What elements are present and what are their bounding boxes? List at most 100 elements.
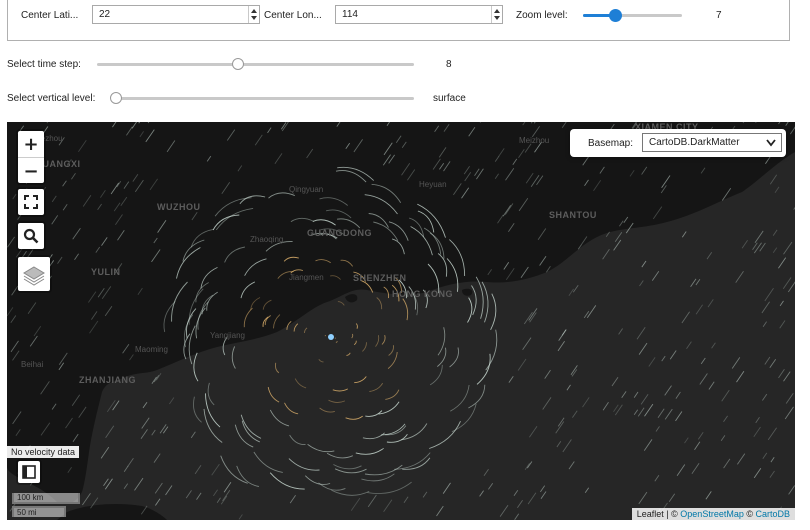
wind-streak bbox=[499, 504, 509, 517]
level-slider-thumb[interactable] bbox=[110, 92, 122, 104]
time-slider-thumb[interactable] bbox=[232, 58, 244, 70]
wind-streak bbox=[664, 385, 672, 396]
attribution-osm-link[interactable]: OpenStreetMap bbox=[680, 509, 744, 519]
wind-streak bbox=[220, 495, 228, 505]
wind-streak bbox=[769, 470, 775, 478]
wind-streak bbox=[557, 341, 565, 352]
map-label-beihai: Beihai bbox=[21, 360, 44, 369]
wind-streak bbox=[706, 252, 713, 260]
wind-streak bbox=[568, 461, 575, 470]
wind-streak bbox=[654, 475, 660, 482]
wind-streak bbox=[655, 426, 660, 432]
wind-streak bbox=[155, 373, 162, 381]
wind-streak bbox=[772, 229, 778, 236]
wind-streak bbox=[676, 464, 686, 477]
wind-streak bbox=[355, 447, 384, 455]
wind-streak bbox=[220, 455, 248, 484]
wind-streak bbox=[523, 311, 533, 325]
wind-streak bbox=[762, 393, 768, 401]
wind-streak bbox=[681, 231, 687, 238]
panel-toggle-button[interactable] bbox=[16, 459, 42, 485]
wind-streak bbox=[691, 463, 700, 475]
level-slider-track[interactable] bbox=[111, 97, 414, 100]
spin-up-icon[interactable] bbox=[494, 9, 500, 13]
zoom-out-button[interactable]: − bbox=[18, 158, 44, 184]
chevron-down-icon bbox=[766, 139, 776, 147]
wind-streak bbox=[159, 424, 167, 434]
wind-streak bbox=[787, 281, 795, 293]
wind-streak bbox=[388, 345, 394, 356]
wind-streak bbox=[483, 468, 489, 476]
basemap-select[interactable]: CartoDB.DarkMatter bbox=[642, 133, 782, 152]
wind-streak bbox=[331, 489, 370, 496]
wind-streak bbox=[385, 389, 400, 400]
fullscreen-icon bbox=[24, 195, 38, 209]
attribution-leaflet-link[interactable]: Leaflet bbox=[637, 509, 664, 519]
wind-streak bbox=[142, 401, 148, 409]
wind-streak bbox=[334, 337, 336, 340]
wind-streak bbox=[140, 429, 148, 440]
wind-streak bbox=[633, 391, 639, 398]
wind-streak bbox=[365, 410, 383, 417]
wind-streak bbox=[123, 483, 129, 490]
wind-streak bbox=[517, 499, 523, 508]
map-label-yangjiang: Yangjiang bbox=[210, 331, 245, 340]
spin-down-icon[interactable] bbox=[251, 16, 257, 20]
wind-streak bbox=[367, 494, 377, 508]
spin-down-icon[interactable] bbox=[494, 16, 500, 20]
wind-streak bbox=[151, 429, 156, 436]
wind-streak bbox=[402, 298, 409, 321]
wind-streak bbox=[669, 350, 677, 360]
wind-streak bbox=[731, 357, 741, 369]
attribution-carto-link[interactable]: CartoDB bbox=[755, 509, 790, 519]
attribution-separator: | © bbox=[663, 509, 681, 519]
center-lon-spinner[interactable] bbox=[491, 6, 502, 23]
wind-streak bbox=[708, 381, 715, 390]
layers-button[interactable] bbox=[16, 255, 52, 293]
wind-streak bbox=[103, 478, 109, 487]
wind-streak bbox=[304, 327, 308, 334]
wind-streak bbox=[203, 408, 223, 443]
wind-streak bbox=[381, 334, 386, 345]
center-lon-input[interactable]: 114 bbox=[335, 5, 503, 24]
zoom-in-button[interactable]: + bbox=[18, 131, 44, 158]
center-lat-spinner[interactable] bbox=[248, 6, 259, 23]
search-button[interactable] bbox=[16, 221, 46, 251]
wind-streak bbox=[362, 432, 385, 440]
wind-streak bbox=[151, 376, 157, 384]
wind-streak bbox=[345, 415, 363, 420]
zoom-slider-thumb[interactable] bbox=[609, 9, 622, 22]
wind-streak bbox=[378, 401, 400, 415]
wind-streak bbox=[429, 364, 443, 386]
time-slider-track[interactable] bbox=[97, 63, 414, 66]
wind-streak bbox=[211, 463, 220, 476]
wind-streak bbox=[288, 458, 320, 471]
wind-streak bbox=[784, 406, 794, 420]
spin-up-icon[interactable] bbox=[251, 9, 257, 13]
map-label-jiangmen: Jiangmen bbox=[289, 273, 324, 282]
center-lat-label: Center Lati... bbox=[21, 10, 79, 21]
wind-streak bbox=[490, 293, 497, 331]
wind-streak bbox=[165, 485, 173, 496]
fullscreen-button[interactable] bbox=[16, 187, 46, 217]
map-attribution: Leaflet | © OpenStreetMap © CartoDB bbox=[631, 508, 795, 520]
wind-streak bbox=[154, 482, 163, 494]
wind-streak bbox=[555, 421, 565, 434]
wind-streak bbox=[755, 417, 760, 424]
wind-streak bbox=[562, 439, 572, 453]
map-view[interactable]: Hezhou GUANGXI WUZHOU Qingyuan Heyuan Me… bbox=[7, 122, 795, 520]
wind-streak bbox=[761, 301, 770, 314]
wind-streak bbox=[694, 441, 701, 450]
wind-streak bbox=[213, 489, 218, 497]
wind-streak bbox=[657, 408, 665, 419]
wind-streak bbox=[442, 482, 451, 494]
wind-streak bbox=[778, 369, 785, 379]
wind-streak bbox=[328, 399, 346, 403]
wind-streak bbox=[540, 485, 546, 493]
wind-streak bbox=[269, 409, 290, 427]
map-label-shantou: SHANTOU bbox=[549, 210, 597, 220]
center-lat-input[interactable]: 22 bbox=[92, 5, 260, 24]
wind-streak bbox=[337, 301, 345, 306]
wind-streak bbox=[222, 489, 231, 502]
wind-streak bbox=[104, 478, 113, 490]
